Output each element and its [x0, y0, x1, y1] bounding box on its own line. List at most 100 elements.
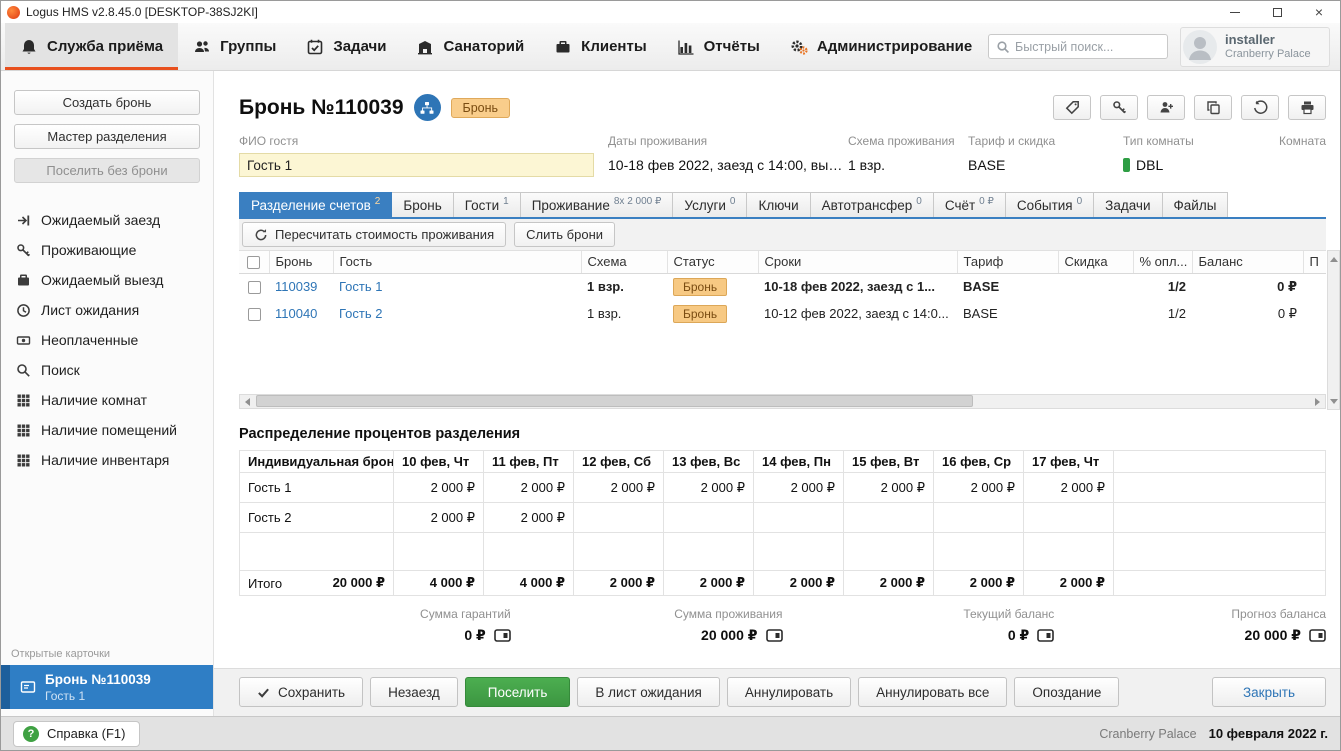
- check-in-button[interactable]: Поселить: [465, 677, 571, 707]
- booking-number-link[interactable]: 110039: [275, 279, 317, 294]
- current-balance-details-button[interactable]: [1037, 629, 1054, 642]
- tab-guests[interactable]: Гости1: [453, 192, 521, 217]
- search-icon: [16, 363, 31, 378]
- nav-item-clients[interactable]: Клиенты: [539, 23, 661, 70]
- scroll-left-button[interactable]: [240, 395, 255, 408]
- col-header-tariff[interactable]: Тариф: [957, 251, 1058, 273]
- help-button[interactable]: ? Справка (F1): [13, 721, 140, 747]
- sidebar-menu: Ожидаемый заезд Проживающие Ожидаемый вы…: [1, 205, 213, 475]
- tab-services[interactable]: Услуги0: [672, 192, 747, 217]
- nav-item-sanatorium[interactable]: Санаторий: [401, 23, 539, 70]
- nav-item-administration[interactable]: Администрирование: [775, 23, 987, 70]
- scroll-right-button[interactable]: [1310, 395, 1325, 408]
- no-show-button[interactable]: Незаезд: [370, 677, 458, 707]
- col-header-paid-pct[interactable]: % опл...: [1133, 251, 1192, 273]
- sidebar-item-premises-availability[interactable]: Наличие помещений: [1, 415, 213, 445]
- scrollbar-thumb[interactable]: [256, 395, 973, 407]
- open-card-booking-110039[interactable]: Бронь №110039 Гость 1: [1, 665, 213, 709]
- tab-files[interactable]: Файлы: [1162, 192, 1229, 217]
- close-button[interactable]: ×: [1298, 1, 1340, 23]
- booking-number-link[interactable]: 110040: [275, 306, 317, 321]
- cancel-button[interactable]: Аннулировать: [727, 677, 851, 707]
- col-header-discount[interactable]: Скидка: [1058, 251, 1133, 273]
- guest-link[interactable]: Гость 1: [339, 279, 382, 294]
- tab-keys[interactable]: Ключи: [746, 192, 810, 217]
- table-row[interactable]: 110039 Гость 1 1 взр. Бронь 10-18 фев 20…: [239, 273, 1326, 300]
- room-field[interactable]: Комната: [1273, 134, 1326, 177]
- row-checkbox[interactable]: [248, 308, 261, 321]
- tab-bill-split[interactable]: Разделение счетов2: [239, 192, 392, 217]
- nav-item-groups[interactable]: Группы: [178, 23, 291, 70]
- select-all-checkbox[interactable]: [247, 256, 260, 269]
- recalculate-cost-button[interactable]: Пересчитать стоимость проживания: [242, 222, 506, 247]
- app-logo-icon: [7, 6, 20, 19]
- briefcase-icon: [554, 38, 572, 56]
- col-header-guest[interactable]: Гость: [333, 251, 581, 273]
- waiting-list-button[interactable]: В лист ожидания: [577, 677, 719, 707]
- nav-item-reports[interactable]: Отчёты: [662, 23, 775, 70]
- tab-booking[interactable]: Бронь: [391, 192, 453, 217]
- guarantee-details-button[interactable]: [494, 629, 511, 642]
- tab-events[interactable]: События0: [1005, 192, 1094, 217]
- add-guest-button[interactable]: [1147, 95, 1185, 120]
- forecast-balance-details-button[interactable]: [1309, 629, 1326, 642]
- minimize-button[interactable]: [1214, 1, 1256, 23]
- search-icon: [996, 40, 1010, 54]
- col-header-notes[interactable]: П: [1303, 251, 1326, 273]
- table-row[interactable]: 110040 Гость 2 1 взр. Бронь 10-12 фев 20…: [239, 300, 1326, 327]
- vertical-scrollbar[interactable]: [1327, 250, 1340, 410]
- cancel-all-button[interactable]: Аннулировать все: [858, 677, 1007, 707]
- sidebar-item-room-availability[interactable]: Наличие комнат: [1, 385, 213, 415]
- history-button[interactable]: [1241, 95, 1279, 120]
- calendar-check-icon: [306, 38, 324, 56]
- search-input[interactable]: [1015, 40, 1160, 54]
- total-sum: 20 000 ₽: [333, 575, 385, 591]
- split-wizard-button[interactable]: Мастер разделения: [14, 124, 200, 149]
- horizontal-scrollbar[interactable]: [239, 394, 1326, 409]
- tab-tasks[interactable]: Задачи: [1093, 192, 1162, 217]
- guest-name-input[interactable]: [239, 153, 594, 177]
- maximize-button[interactable]: [1256, 1, 1298, 23]
- accommodation-details-button[interactable]: [766, 629, 783, 642]
- scroll-down-button[interactable]: [1328, 396, 1339, 406]
- nav-item-tasks[interactable]: Задачи: [291, 23, 401, 70]
- close-card-button[interactable]: Закрыть: [1212, 677, 1326, 707]
- keys-button[interactable]: [1100, 95, 1138, 120]
- help-icon: ?: [23, 726, 39, 742]
- scroll-up-button[interactable]: [1328, 254, 1339, 264]
- titlebar: Logus HMS v2.8.45.0 [DESKTOP-38SJ2KI] ×: [1, 1, 1340, 23]
- tab-invoice[interactable]: Счёт0 ₽: [933, 192, 1006, 217]
- sidebar-item-expected-arrival[interactable]: Ожидаемый заезд: [1, 205, 213, 235]
- sidebar-item-inventory-availability[interactable]: Наличие инвентаря: [1, 445, 213, 475]
- col-header-balance[interactable]: Баланс: [1192, 251, 1303, 273]
- user-menu[interactable]: installer Cranberry Palace: [1180, 27, 1330, 67]
- row-checkbox[interactable]: [248, 281, 261, 294]
- print-button[interactable]: [1288, 95, 1326, 120]
- col-header-scheme[interactable]: Схема: [581, 251, 667, 273]
- nav-item-front-office[interactable]: Служба приёма: [5, 23, 178, 70]
- stay-scheme-field[interactable]: Схема проживания 1 взр.: [848, 134, 968, 177]
- col-header-status[interactable]: Статус: [667, 251, 758, 273]
- merge-bookings-button[interactable]: Слить брони: [514, 222, 615, 247]
- copy-button[interactable]: [1194, 95, 1232, 120]
- late-button[interactable]: Опоздание: [1014, 677, 1119, 707]
- sidebar-item-inhouse[interactable]: Проживающие: [1, 235, 213, 265]
- sidebar-item-unpaid[interactable]: Неоплаченные: [1, 325, 213, 355]
- checkin-without-booking-button[interactable]: Поселить без брони: [14, 158, 200, 183]
- scrollbar-track[interactable]: [255, 395, 1310, 408]
- tag-button[interactable]: [1053, 95, 1091, 120]
- sidebar-item-expected-departure[interactable]: Ожидаемый выезд: [1, 265, 213, 295]
- stay-dates-field[interactable]: Даты проживания 10-18 фев 2022, заезд с …: [608, 134, 848, 177]
- tab-autotransfer[interactable]: Автотрансфер0: [810, 192, 934, 217]
- distribution-total-row: Итого 20 000 ₽ 4 000 ₽ 4 000 ₽ 2 000 ₽ 2…: [240, 571, 1326, 596]
- create-booking-button[interactable]: Создать бронь: [14, 90, 200, 115]
- sidebar-item-waiting-list[interactable]: Лист ожидания: [1, 295, 213, 325]
- tab-accommodation[interactable]: Проживание8х 2 000 ₽: [520, 192, 674, 217]
- col-header-dates[interactable]: Сроки: [758, 251, 957, 273]
- room-type-field[interactable]: Тип комнаты DBL: [1123, 134, 1273, 177]
- sidebar-item-search[interactable]: Поиск: [1, 355, 213, 385]
- tariff-field[interactable]: Тариф и скидка BASE: [968, 134, 1123, 177]
- col-header-booking[interactable]: Бронь: [269, 251, 333, 273]
- guest-link[interactable]: Гость 2: [339, 306, 382, 321]
- save-button[interactable]: Сохранить: [239, 677, 363, 707]
